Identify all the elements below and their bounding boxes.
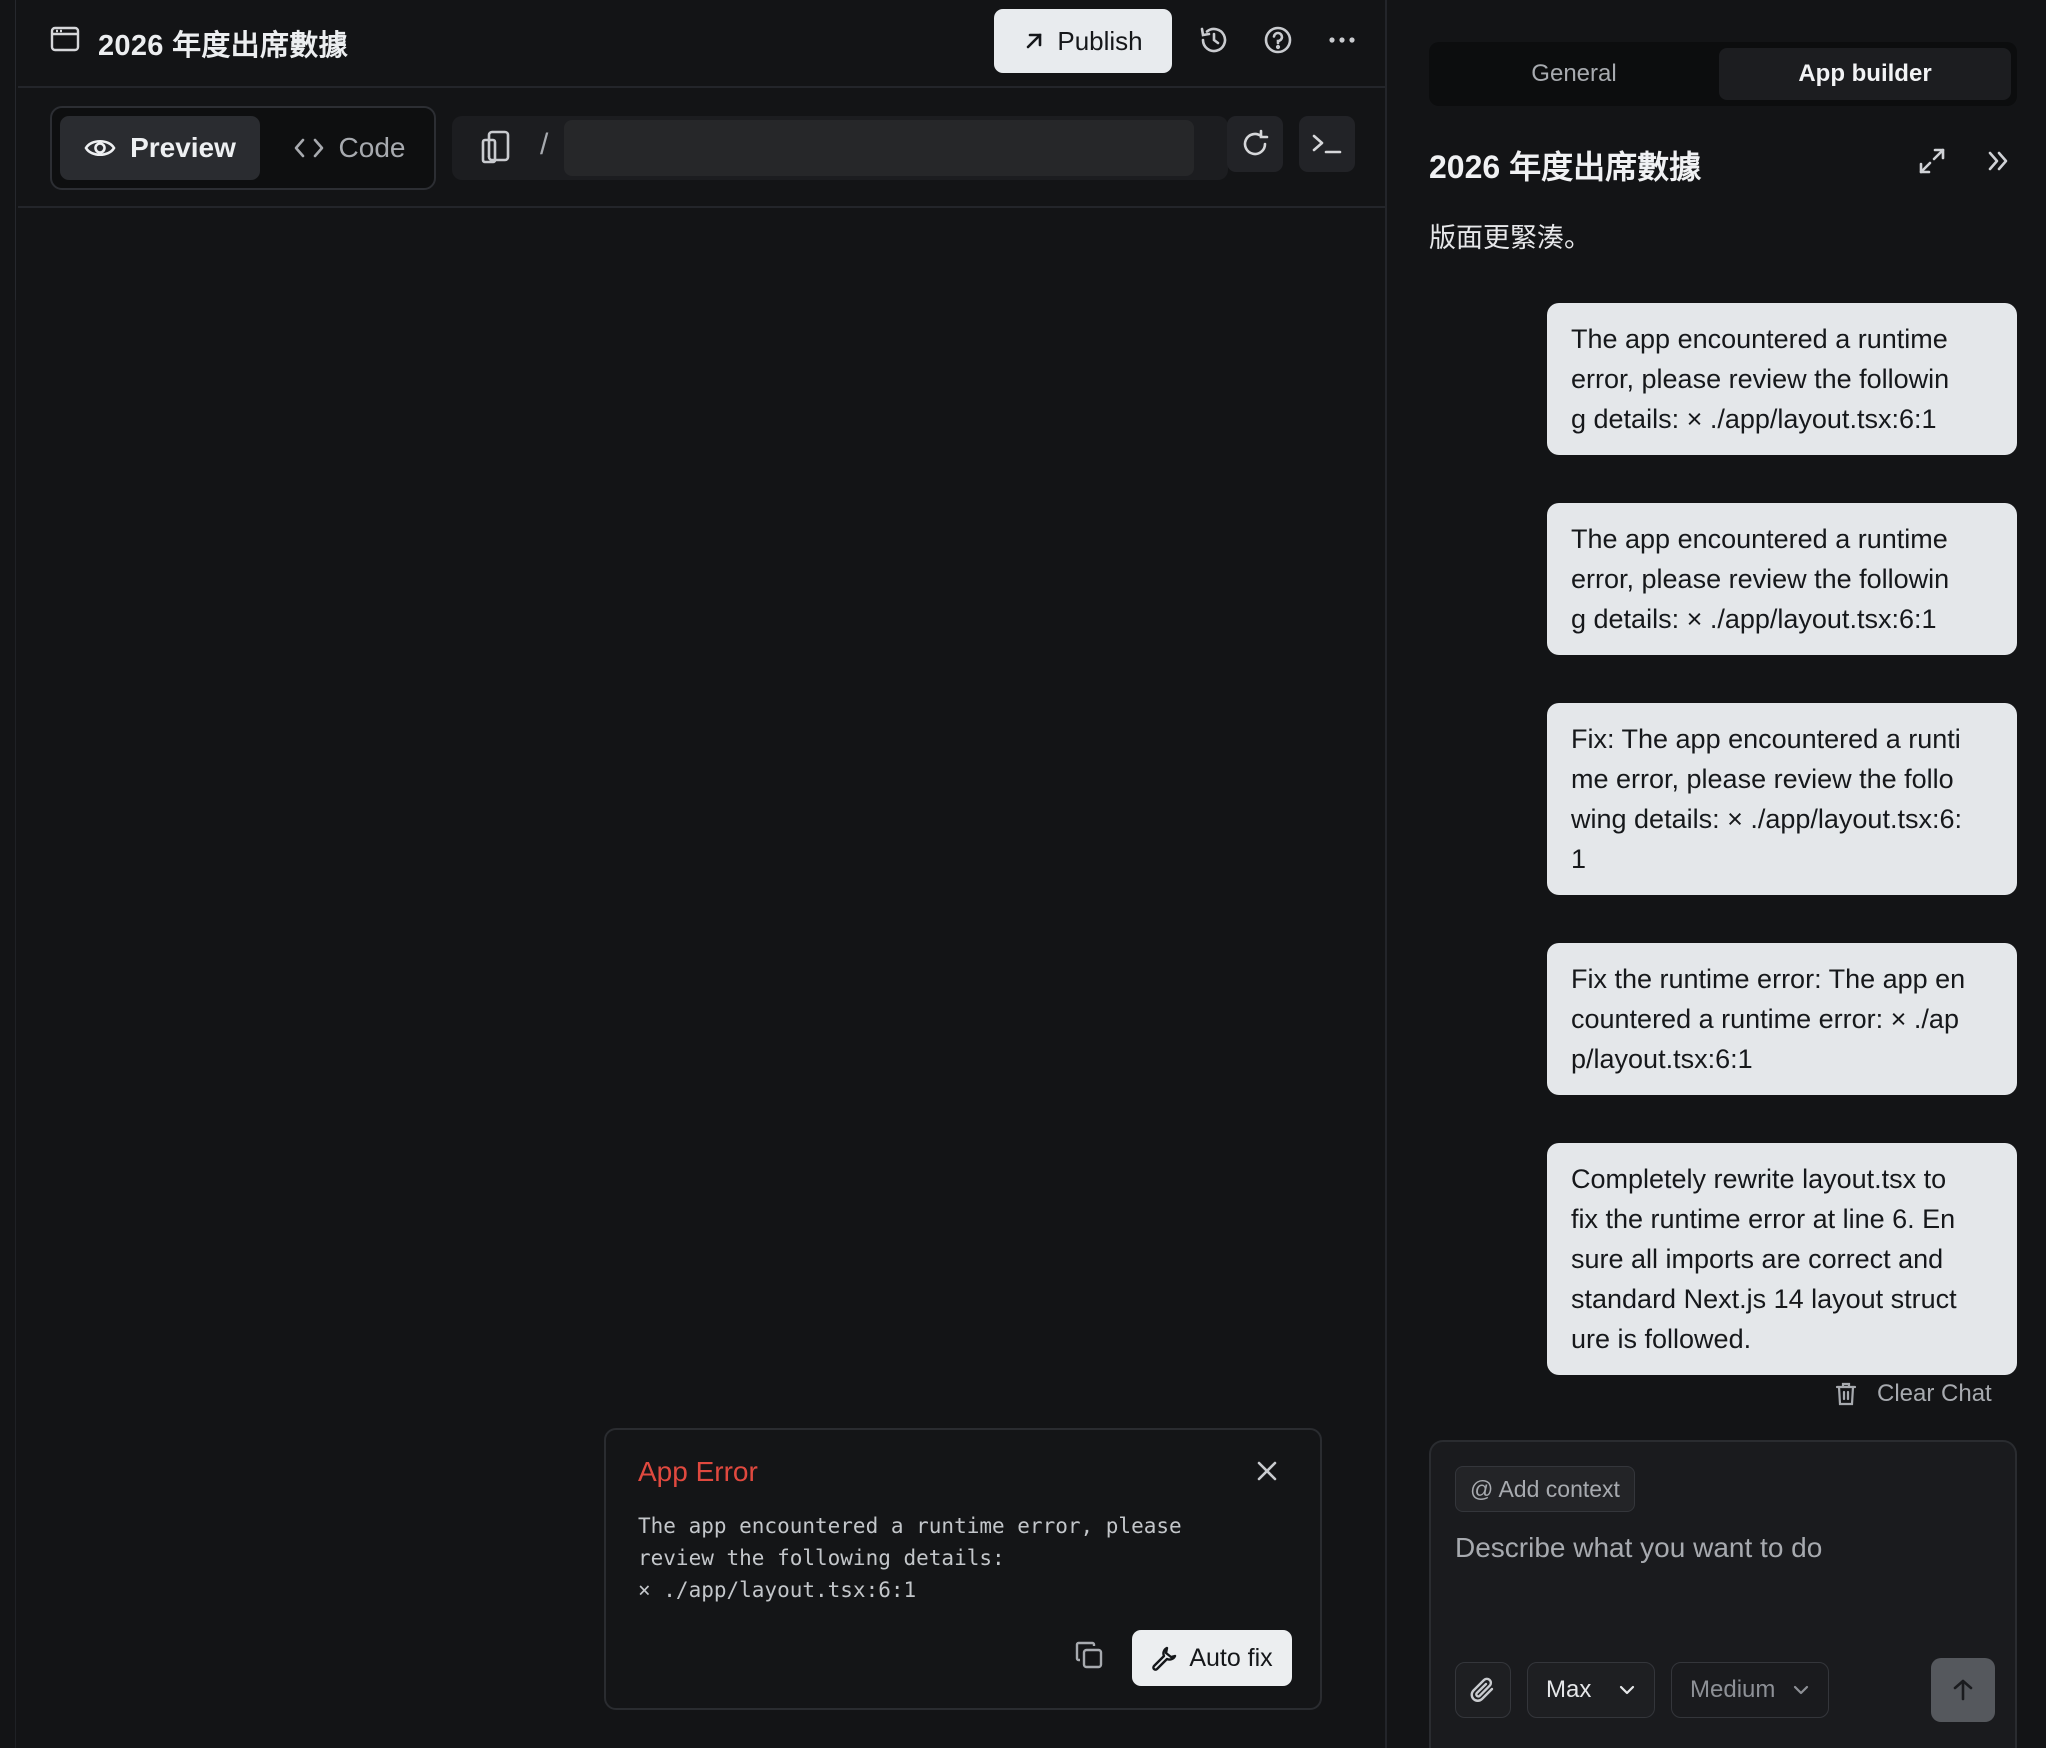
refresh-icon — [1240, 129, 1270, 159]
chevrons-right-icon[interactable] — [1983, 146, 2013, 176]
preview-toolbar: Preview Code / — [18, 88, 1387, 208]
publish-button[interactable]: Publish — [994, 9, 1172, 73]
address-bar: / — [452, 116, 1228, 180]
message-line: me error, please review the follo — [1571, 764, 1954, 794]
assistant-panel: General App builder 2026 年度出席數據 版面更緊湊。 T… — [1389, 0, 2046, 1748]
wrench-icon — [1151, 1645, 1177, 1671]
error-title: App Error — [638, 1456, 758, 1487]
message-line: standard Next.js 14 layout struct — [1571, 1284, 1957, 1314]
message-line: error, please review the followin — [1571, 364, 1950, 394]
device-icon[interactable] — [480, 130, 510, 164]
tab-app-builder[interactable]: App builder — [1719, 48, 2011, 100]
code-icon — [293, 136, 325, 160]
publish-label: Publish — [1057, 25, 1143, 56]
paperclip-icon — [1468, 1675, 1498, 1705]
top-bar: 2026 年度出席數據 Publish — [18, 0, 1387, 88]
chat-message: The app encountered a runtime error, ple… — [1547, 303, 2017, 455]
message-line: Fix: The app encountered a runti — [1571, 724, 1961, 754]
prompt-input[interactable] — [1455, 1532, 1995, 1564]
message-line: ure is followed. — [1571, 1324, 1752, 1354]
error-line: × ./app/layout.tsx:6:1 — [638, 1578, 917, 1602]
message-line: 1 — [1571, 844, 1587, 874]
arrow-up-right-icon — [1023, 30, 1045, 52]
app-error-panel: App Error The app encountered a runtime … — [604, 1428, 1322, 1710]
preview-label: Preview — [130, 132, 236, 163]
message-line: p/layout.tsx:6:1 — [1571, 1044, 1753, 1074]
clear-chat-label: Clear Chat — [1877, 1380, 1992, 1407]
preview-tab[interactable]: Preview — [60, 116, 260, 180]
effort-select[interactable]: Medium — [1671, 1662, 1829, 1718]
trash-icon — [1835, 1382, 1857, 1406]
error-line: review the following details: — [638, 1546, 1005, 1570]
attach-button[interactable] — [1455, 1662, 1511, 1718]
app-title: 2026 年度出席數據 — [98, 30, 348, 62]
error-message: The app encountered a runtime error, ple… — [638, 1510, 1258, 1606]
left-edge-strip — [0, 0, 16, 1748]
chat-composer: @ Add context Max Medium — [1429, 1440, 2017, 1748]
code-label: Code — [338, 132, 406, 163]
message-line: fix the runtime error at line 6. En — [1571, 1204, 1956, 1234]
message-line: The app encountered a runtime — [1571, 324, 1948, 354]
more-horizontal-icon[interactable] — [1324, 22, 1360, 58]
copy-icon[interactable] — [1074, 1640, 1104, 1670]
chat-message: Completely rewrite layout.tsx to fix the… — [1547, 1143, 2017, 1375]
auto-fix-button[interactable]: Auto fix — [1132, 1630, 1292, 1686]
arrow-up-icon — [1950, 1677, 1976, 1703]
terminal-icon — [1311, 131, 1343, 157]
view-toggle: Preview Code — [50, 106, 436, 190]
error-line: The app encountered a runtime error, ple… — [638, 1514, 1182, 1538]
help-circle-icon[interactable] — [1260, 22, 1296, 58]
chat-message: Fix the runtime error: The app en counte… — [1547, 943, 2017, 1095]
panel-subtitle: 版面更緊湊。 — [1429, 223, 1591, 253]
effort-select-value: Medium — [1690, 1676, 1776, 1703]
message-line: Fix the runtime error: The app en — [1571, 964, 1966, 994]
panel-title: 2026 年度出席數據 — [1429, 149, 1702, 185]
message-line: sure all imports are correct and — [1571, 1244, 1944, 1274]
chevron-down-icon — [1618, 1684, 1636, 1696]
expand-icon[interactable] — [1917, 146, 1947, 176]
url-path-input[interactable] — [564, 120, 1194, 176]
terminal-button[interactable] — [1299, 116, 1355, 172]
model-select-value: Max — [1546, 1676, 1592, 1703]
url-separator: / — [540, 128, 549, 161]
message-line: g details: × ./app/layout.tsx:6:1 — [1571, 604, 1937, 634]
code-tab[interactable]: Code — [274, 116, 424, 180]
eye-icon — [84, 136, 116, 160]
window-icon — [50, 26, 80, 52]
history-icon[interactable] — [1196, 22, 1232, 58]
send-button[interactable] — [1931, 1658, 1995, 1722]
refresh-button[interactable] — [1227, 116, 1283, 172]
message-line: wing details: × ./app/layout.tsx:6: — [1571, 804, 1962, 834]
clear-chat-button[interactable]: Clear Chat — [1835, 1380, 1992, 1408]
tab-general[interactable]: General — [1435, 48, 1713, 100]
message-line: Completely rewrite layout.tsx to — [1571, 1164, 1947, 1194]
model-select[interactable]: Max — [1527, 1662, 1655, 1718]
chevron-down-icon — [1792, 1684, 1810, 1696]
close-icon[interactable] — [1256, 1460, 1278, 1482]
chat-message: Fix: The app encountered a runti me erro… — [1547, 703, 2017, 895]
preview-pane: 2026 年度出席數據 Publish Preview Code / App E… — [0, 0, 1387, 1748]
auto-fix-label: Auto fix — [1189, 1643, 1273, 1672]
left-edge-divider — [0, 0, 16, 300]
panel-tabs: General App builder — [1429, 42, 2017, 106]
message-line: The app encountered a runtime — [1571, 524, 1948, 554]
message-line: countered a runtime error: × ./ap — [1571, 1004, 1959, 1034]
add-context-button[interactable]: @ Add context — [1455, 1466, 1635, 1512]
chat-message: The app encountered a runtime error, ple… — [1547, 503, 2017, 655]
message-line: error, please review the followin — [1571, 564, 1950, 594]
message-line: g details: × ./app/layout.tsx:6:1 — [1571, 404, 1937, 434]
